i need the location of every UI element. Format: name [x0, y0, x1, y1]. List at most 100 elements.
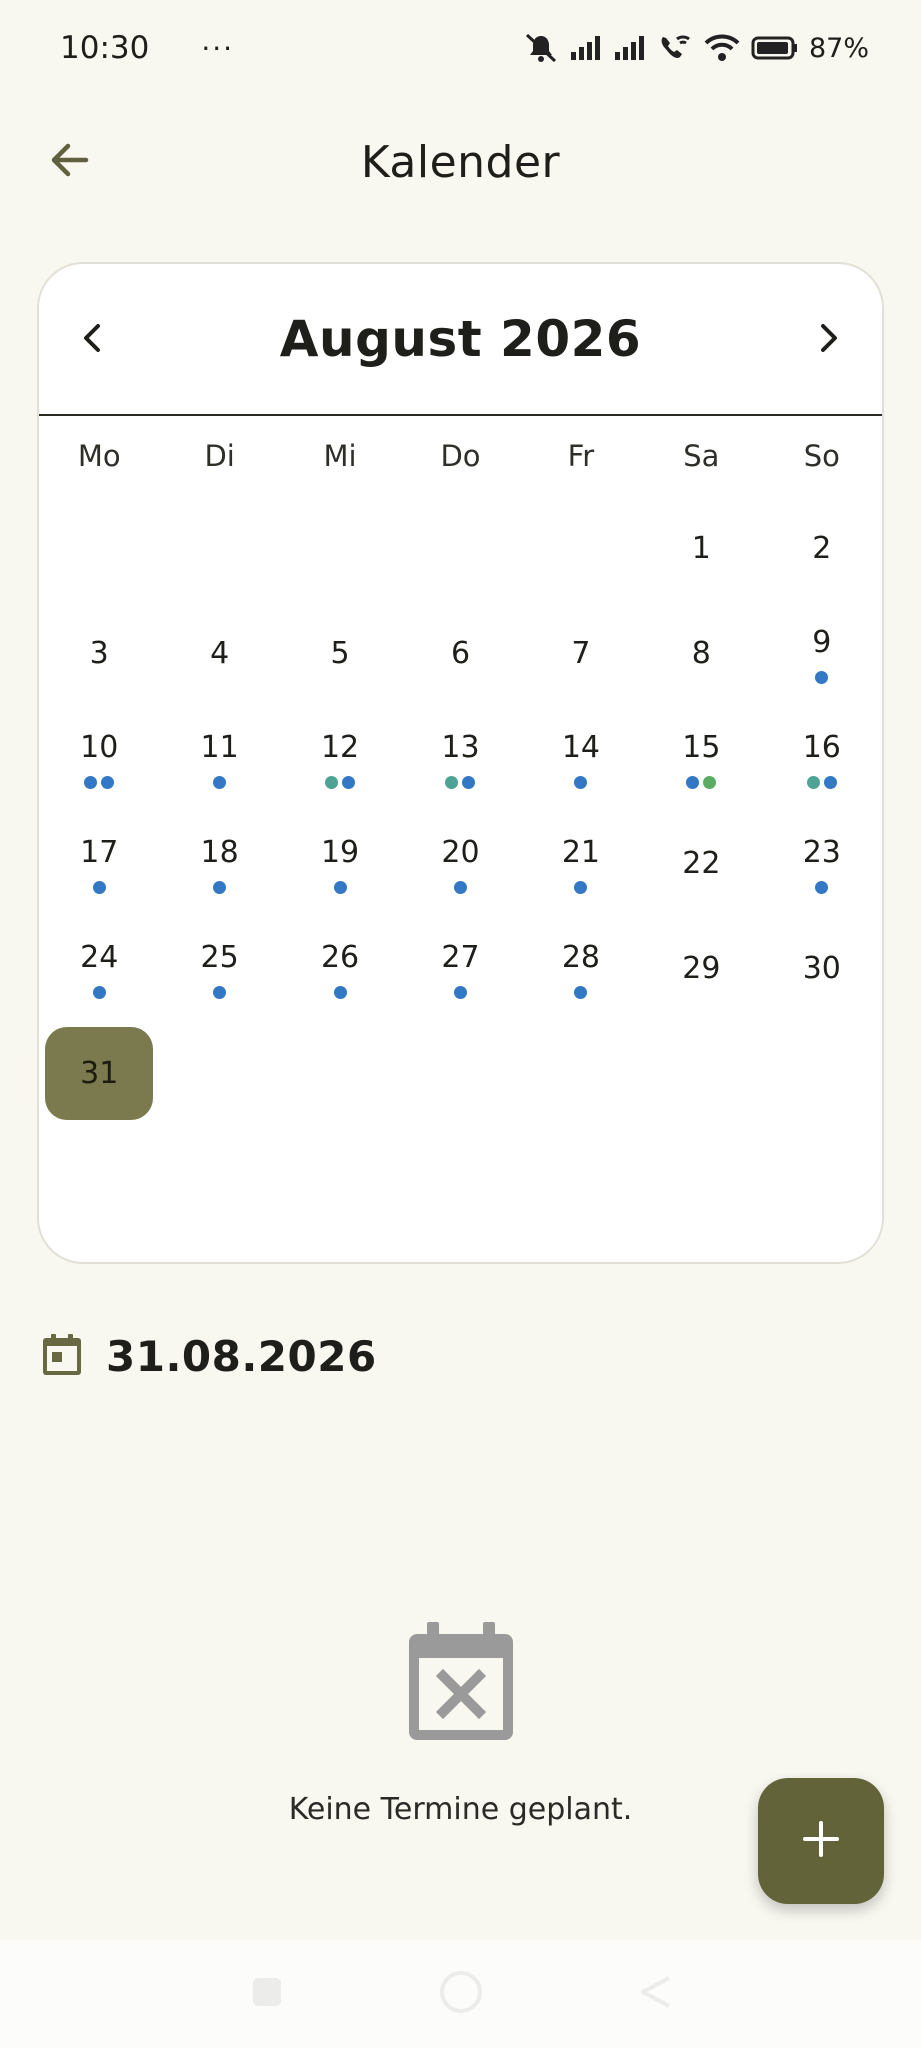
day-number: 25: [200, 939, 239, 975]
day-number: 21: [561, 834, 601, 870]
event-dot: [92, 985, 106, 999]
event-dots: [453, 985, 467, 1000]
day-number: 15: [682, 729, 721, 765]
event-dots: [453, 880, 467, 895]
plus-icon: [801, 1819, 841, 1863]
day-cell-18[interactable]: 18: [159, 811, 279, 916]
day-cell-3[interactable]: 3: [39, 601, 159, 706]
previous-month-button[interactable]: [63, 310, 123, 370]
day-number: 7: [571, 635, 591, 671]
day-cell-8[interactable]: 8: [641, 601, 761, 706]
day-cell-21[interactable]: 21: [521, 811, 641, 916]
back-nav-icon[interactable]: [635, 1972, 675, 2016]
event-dots: [213, 880, 227, 895]
day-number: 5: [330, 635, 350, 671]
event-dot: [213, 880, 227, 894]
day-cell-15[interactable]: 15: [641, 706, 761, 811]
add-event-button[interactable]: [758, 1778, 884, 1904]
day-cell-9[interactable]: 9: [762, 601, 882, 706]
home-icon[interactable]: [437, 1968, 485, 2020]
day-number: 30: [802, 950, 841, 986]
day-cell-25[interactable]: 25: [159, 916, 279, 1021]
day-number: 24: [80, 939, 119, 975]
month-label: August 2026: [279, 310, 642, 368]
day-cell-6[interactable]: 6: [400, 601, 520, 706]
day-number: 14: [561, 729, 601, 765]
event-dot: [92, 880, 106, 894]
day-cell-13[interactable]: 13: [400, 706, 520, 811]
day-number: 20: [441, 834, 480, 870]
day-cell-19[interactable]: 19: [280, 811, 400, 916]
day-cell-16[interactable]: 16: [762, 706, 882, 811]
day-cell-27[interactable]: 27: [400, 916, 520, 1021]
event-dots: [213, 985, 227, 1000]
weekday-label: Sa: [683, 439, 720, 473]
event-dots: [686, 775, 717, 790]
empty-day-cell: [400, 496, 520, 601]
day-cell-26[interactable]: 26: [280, 916, 400, 1021]
day-cell-10[interactable]: 10: [39, 706, 159, 811]
day-number: 16: [802, 729, 841, 765]
calendar-card: August 2026 Mo Di Mi Do Fr Sa So 1234567…: [37, 262, 884, 1264]
event-dots: [333, 880, 347, 895]
event-dot: [342, 775, 356, 789]
day-number: 9: [812, 624, 832, 660]
days-grid: 1 2 3 4 5 6 7 8 9 10 11 12 13 14 15 16 17 18 19 20 21 22 23 24 2…: [39, 496, 882, 1126]
day-cell-4[interactable]: 4: [159, 601, 279, 706]
recents-icon[interactable]: [247, 1972, 287, 2016]
day-number: 10: [80, 729, 119, 765]
weekday-label: Mi: [323, 439, 357, 473]
next-month-button[interactable]: [798, 310, 858, 370]
event-dots: [92, 880, 106, 895]
signal-icon: [569, 34, 603, 62]
event-dot: [462, 775, 476, 789]
chevron-left-icon: [78, 320, 108, 360]
day-cell-29[interactable]: 29: [641, 916, 761, 1021]
chevron-right-icon: [813, 320, 843, 360]
system-nav-bar: [0, 1940, 921, 2048]
event-dot: [574, 985, 588, 999]
day-cell-5[interactable]: 5: [280, 601, 400, 706]
back-button[interactable]: [40, 134, 96, 190]
calendar-header: August 2026: [39, 264, 882, 416]
day-cell-30[interactable]: 30: [762, 916, 882, 1021]
day-cell-11[interactable]: 11: [159, 706, 279, 811]
weekday-header: Mo Di Mi Do Fr Sa So: [39, 416, 882, 496]
battery-percent: 87%: [808, 32, 869, 64]
event-dot: [445, 775, 459, 789]
app-bar: Kalender: [0, 110, 921, 214]
day-number: 27: [441, 939, 480, 975]
event-dot: [815, 880, 829, 894]
day-number: 29: [682, 950, 721, 986]
day-cell-20[interactable]: 20: [400, 811, 520, 916]
day-cell-24[interactable]: 24: [39, 916, 159, 1021]
empty-day-cell: [39, 496, 159, 601]
selected-date-row: 31.08.2026: [40, 1326, 377, 1386]
event-dots: [815, 670, 829, 685]
empty-day-cell: [521, 496, 641, 601]
day-cell-28[interactable]: 28: [521, 916, 641, 1021]
day-number: 31: [80, 1055, 119, 1091]
day-cell-14[interactable]: 14: [521, 706, 641, 811]
day-cell-2[interactable]: 2: [762, 496, 882, 601]
status-bar: 10:30 ··· 87%: [0, 0, 921, 96]
day-cell-22[interactable]: 22: [641, 811, 761, 916]
event-dot: [453, 985, 467, 999]
day-cell-17[interactable]: 17: [39, 811, 159, 916]
day-number: 11: [200, 729, 239, 765]
event-dot: [213, 775, 227, 789]
event-dots: [574, 880, 588, 895]
empty-day-cell: [280, 496, 400, 601]
day-cell-1[interactable]: 1: [641, 496, 761, 601]
day-number: 13: [441, 729, 480, 765]
day-number: 3: [89, 635, 109, 671]
day-number: 2: [812, 530, 832, 566]
event-dot: [453, 880, 467, 894]
day-cell-7[interactable]: 7: [521, 601, 641, 706]
day-number: 8: [691, 635, 711, 671]
day-cell-12[interactable]: 12: [280, 706, 400, 811]
day-cell-31[interactable]: 31: [39, 1021, 159, 1126]
day-cell-23[interactable]: 23: [762, 811, 882, 916]
event-dot: [84, 775, 98, 789]
event-dots: [445, 775, 476, 790]
